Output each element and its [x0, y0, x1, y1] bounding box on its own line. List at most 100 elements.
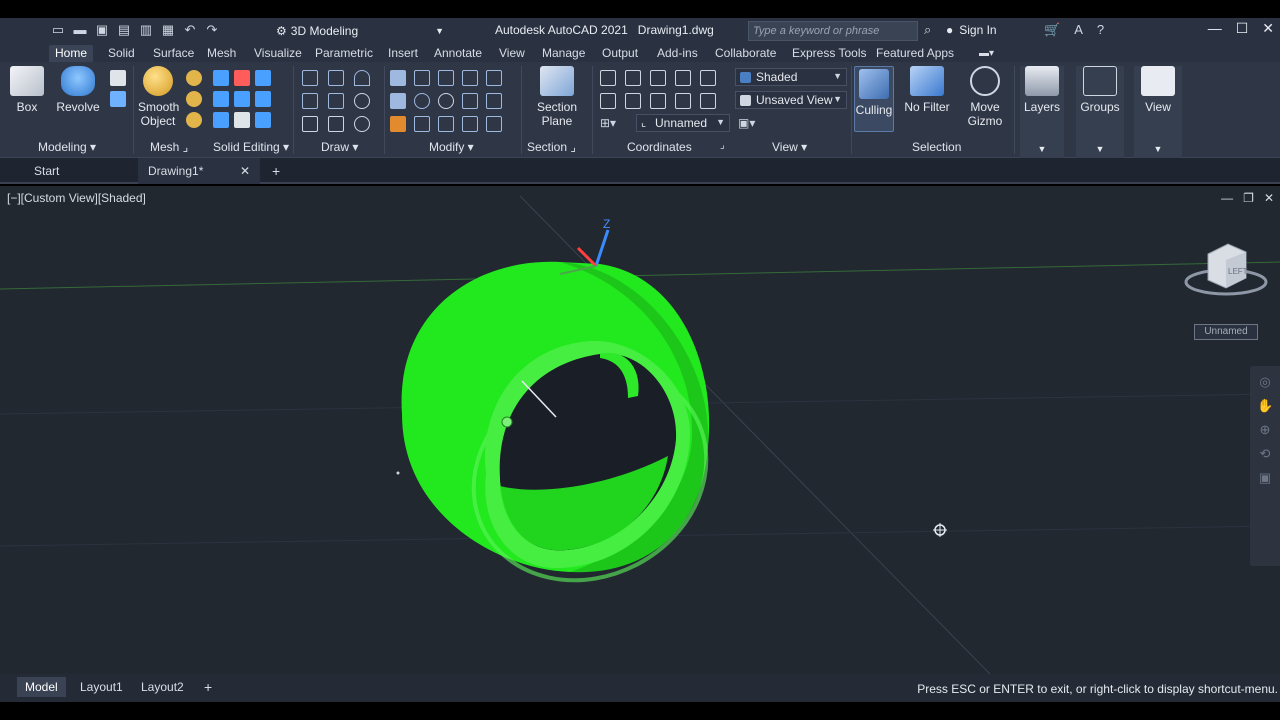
- ucs-3point-icon[interactable]: [675, 70, 691, 86]
- polyline-icon[interactable]: [302, 70, 318, 86]
- mirror-icon[interactable]: [462, 93, 478, 109]
- fillet-icon[interactable]: [486, 70, 502, 86]
- mesh-icon[interactable]: [186, 70, 202, 86]
- 3d-polyline-icon[interactable]: [328, 93, 344, 109]
- culling-button[interactable]: Culling: [854, 66, 894, 132]
- help-icon[interactable]: ?: [1097, 22, 1104, 38]
- new-file-icon[interactable]: ▭: [50, 22, 66, 38]
- ucs-icon-menu[interactable]: ⊞▾: [600, 116, 616, 130]
- grip-point[interactable]: [501, 416, 513, 428]
- tab-collaborate[interactable]: Collaborate: [709, 45, 782, 62]
- separate-icon[interactable]: [234, 70, 250, 86]
- showmotion-icon[interactable]: ▣: [1257, 470, 1273, 486]
- mesh-refine-icon[interactable]: [186, 112, 202, 128]
- rotate-3d-icon[interactable]: [438, 93, 454, 109]
- ucs-z-icon[interactable]: [675, 93, 691, 109]
- ucs-origin-icon[interactable]: [625, 70, 641, 86]
- redo-icon[interactable]: ↷: [204, 22, 220, 38]
- groups-button[interactable]: Groups ▼: [1076, 66, 1124, 158]
- panel-label-solid-editing[interactable]: Solid Editing ▾: [213, 140, 289, 154]
- rotate-icon[interactable]: [414, 70, 430, 86]
- subtract-icon[interactable]: [213, 91, 229, 107]
- section-plane-button[interactable]: Section Plane: [534, 66, 580, 128]
- tab-home[interactable]: Home: [49, 45, 94, 62]
- panel-label-modify[interactable]: Modify ▾: [429, 140, 474, 154]
- ucs-view-icon[interactable]: [600, 93, 616, 109]
- visual-style-dropdown[interactable]: Shaded ▼: [735, 68, 847, 86]
- view-button[interactable]: View ▼: [1134, 66, 1182, 158]
- union-icon[interactable]: [213, 70, 229, 86]
- ucs-icon[interactable]: [600, 70, 616, 86]
- save-as-icon[interactable]: ▤: [116, 22, 132, 38]
- ucs-dropdown[interactable]: ⌞ Unnamed ▼: [636, 114, 730, 132]
- tab-parametric[interactable]: Parametric: [309, 45, 379, 62]
- viewport-config-icon[interactable]: ▣▾: [738, 116, 755, 130]
- tab-express-tools[interactable]: Express Tools: [786, 45, 872, 62]
- arc-icon[interactable]: [354, 70, 370, 86]
- thicken-icon[interactable]: [234, 91, 250, 107]
- search-input[interactable]: Type a keyword or phrase: [748, 21, 918, 41]
- autodesk-a-icon[interactable]: A: [1074, 22, 1083, 38]
- ucs-world-icon[interactable]: [700, 93, 716, 109]
- add-layout-icon[interactable]: +: [196, 677, 220, 697]
- circle-icon[interactable]: [354, 93, 370, 109]
- panel-launcher-icon[interactable]: ⌟: [720, 140, 725, 151]
- plot-icon[interactable]: ▥: [138, 22, 154, 38]
- slice-icon[interactable]: [255, 70, 271, 86]
- tab-model[interactable]: Model: [17, 677, 66, 697]
- steering-wheel-icon[interactable]: ◎: [1257, 374, 1273, 390]
- move-gizmo-button[interactable]: Move Gizmo: [962, 66, 1008, 128]
- viewcube[interactable]: LEFT: [1180, 240, 1270, 310]
- tab-mesh[interactable]: Mesh: [201, 45, 242, 62]
- chamfer-icon[interactable]: [486, 93, 502, 109]
- tab-drawing1[interactable]: Drawing1* ✕: [138, 158, 260, 184]
- tab-solid[interactable]: Solid: [102, 45, 141, 62]
- tab-start[interactable]: Start: [24, 158, 69, 184]
- print-icon[interactable]: ▦: [160, 22, 176, 38]
- drawing-viewport[interactable]: [−][Custom View][Shaded] — ❐ ✕ Z LEFT Un…: [0, 186, 1280, 674]
- revolve-button[interactable]: Revolve: [56, 66, 100, 114]
- tab-annotate[interactable]: Annotate: [428, 45, 488, 62]
- pan-icon[interactable]: ✋: [1257, 398, 1273, 414]
- workspace-selector[interactable]: ⚙ 3D Modeling ▼: [276, 21, 444, 41]
- tab-manage[interactable]: Manage: [536, 45, 591, 62]
- viewcube-ucs-menu[interactable]: Unnamed: [1194, 324, 1258, 340]
- mesh-smooth-icon[interactable]: [186, 91, 202, 107]
- panel-label-view[interactable]: View ▾: [772, 140, 807, 154]
- intersect-icon[interactable]: [213, 112, 229, 128]
- panel-label-mesh[interactable]: Mesh ⌟: [150, 140, 188, 154]
- panel-label-section[interactable]: Section ⌟: [527, 140, 576, 154]
- interfere-icon[interactable]: [234, 112, 250, 128]
- close-icon[interactable]: ✕: [240, 158, 250, 184]
- ucs-z-axis-icon[interactable]: [650, 70, 666, 86]
- sign-in-button[interactable]: ● Sign In: [946, 23, 997, 37]
- tab-add-ins[interactable]: Add-ins: [651, 45, 704, 62]
- copy-icon[interactable]: [390, 93, 406, 109]
- box-button[interactable]: Box: [10, 66, 44, 114]
- scale-icon[interactable]: [414, 116, 430, 132]
- erase-icon[interactable]: [390, 116, 406, 132]
- no-filter-button[interactable]: No Filter: [902, 66, 952, 114]
- tab-insert[interactable]: Insert: [382, 45, 424, 62]
- ucs-object-icon[interactable]: [700, 70, 716, 86]
- layers-button[interactable]: Layers ▼: [1020, 66, 1064, 158]
- panel-label-selection[interactable]: Selection: [912, 140, 961, 154]
- panel-label-draw[interactable]: Draw ▾: [321, 140, 358, 154]
- ellipse-icon[interactable]: [354, 116, 370, 132]
- orbit-icon[interactable]: ⟲: [1257, 446, 1273, 462]
- line-icon[interactable]: [328, 70, 344, 86]
- align-icon[interactable]: [438, 70, 454, 86]
- tab-layout1[interactable]: Layout1: [72, 677, 131, 697]
- rectangle-icon[interactable]: [328, 116, 344, 132]
- shell-icon[interactable]: [255, 112, 271, 128]
- presspull-icon[interactable]: [110, 91, 126, 107]
- green-hollow-cylinder[interactable]: [401, 261, 744, 621]
- ucs-y-icon[interactable]: [650, 93, 666, 109]
- 3d-rotate-icon[interactable]: [414, 93, 430, 109]
- array-icon[interactable]: [438, 116, 454, 132]
- maximize-icon[interactable]: ☐: [1236, 20, 1249, 37]
- tab-featured-apps[interactable]: Featured Apps: [870, 45, 960, 62]
- tab-visualize[interactable]: Visualize: [248, 45, 308, 62]
- ucs-x-icon[interactable]: [625, 93, 641, 109]
- move-icon[interactable]: [390, 70, 406, 86]
